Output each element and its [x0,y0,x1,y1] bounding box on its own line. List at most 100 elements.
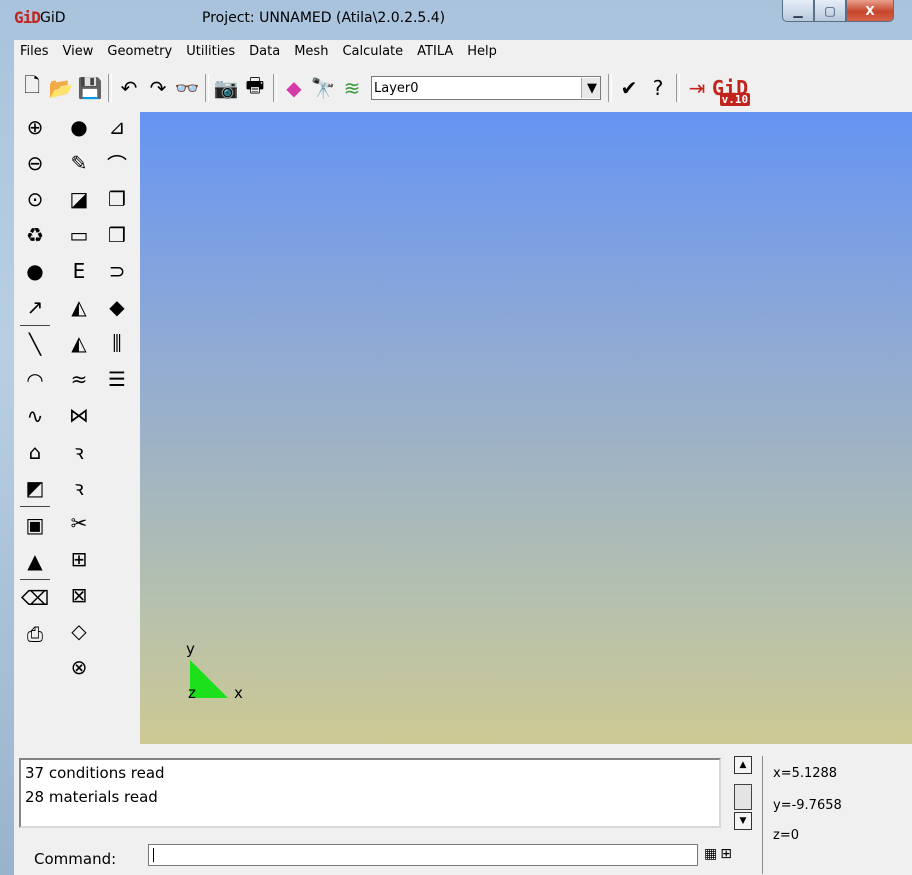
point-arrow-icon[interactable]: ↗ [20,292,50,322]
toolbar-separator [608,74,612,102]
menu-calculate[interactable]: Calculate [335,44,410,59]
message-log[interactable]: 37 conditions read 28 materials read [19,758,721,828]
exit-icon[interactable]: ⇥ [683,74,711,102]
toolbar-separator [273,74,277,102]
material-cube-icon[interactable]: ❒ [102,220,132,250]
window-controls: ▁ ▢ X [782,0,894,22]
eraser-icon[interactable]: ⌫ [20,583,50,613]
toolbar-separator [108,74,112,102]
list-entities-icon[interactable]: ⎙ [20,619,50,649]
material-magnet-icon[interactable]: ⊃ [102,256,132,286]
surface-patch-icon[interactable]: ◭ [64,292,94,322]
save-icon[interactable]: 💾 [76,74,104,102]
left-toolbar: ⊕ ⊖ ⊙ ♻ ● ↗ ╲ ◠ ∿ ⌂ ◩ ▣ ▲ ⌫ ⎙ ● ✎ ◪ ▭ E ◭ ◭ ≈ ⋈ ꝛ ꝛ ✂ ⊞ ⊠ ◇ ⊗ ⊿ ⌒ ❐ ❒ ⊃ ◆ ⫼… [14,112,140,752]
title-bar[interactable]: GiD GiD Project: UNNAMED (Atila\2.0.2.5.… [0,0,912,38]
help-icon[interactable]: ? [644,74,672,102]
open-folder-icon[interactable]: 📂 [47,74,75,102]
client-area: Files View Geometry Utilities Data Mesh … [14,40,912,875]
mesh-volume-icon[interactable]: ⊗ [64,652,94,682]
structured-mesh-icon[interactable]: ⊞ [64,544,94,574]
menu-utilities[interactable]: Utilities [179,44,242,59]
left-toolbar-column-1: ⊕ ⊖ ⊙ ♻ ● ↗ ╲ ◠ ∿ ⌂ ◩ ▣ ▲ ⌫ ⎙ [20,112,60,655]
check-icon[interactable]: ✔ [615,74,643,102]
eraser-small-icon[interactable]: ◪ [64,184,94,214]
mesh-tri-icon[interactable]: ◇ [64,616,94,646]
menu-view[interactable]: View [56,44,101,59]
print-icon[interactable]: 🖶 [241,73,269,102]
main-toolbar: 🗋 📂 💾 ↶ ↷ 👓 📷 🖶 ◆ 🔭 ≋ Layer0 ▼ ✔ ? ⇥ GiD… [14,64,912,112]
scroll-thumb[interactable] [734,784,752,810]
close-button[interactable]: X [846,0,894,22]
menu-geometry[interactable]: Geometry [100,44,179,59]
render-sphere-icon[interactable]: ● [20,256,50,286]
axis-triad: y z x [186,640,243,702]
menu-help[interactable]: Help [460,44,504,59]
coord-x: x=5.1288 [773,766,838,781]
divide-curve-2-icon[interactable]: ꝛ [64,472,94,502]
frequency-icon[interactable]: ⫼ [102,328,132,358]
view-glasses-icon[interactable]: 👓 [173,74,201,102]
material-curve-icon[interactable]: ⌒ [102,148,132,178]
minimize-button[interactable]: ▁ [782,0,814,22]
rainbow-render-icon[interactable]: ◆ [280,74,308,102]
redo-view-icon[interactable]: ↷ [144,74,172,102]
new-file-icon[interactable]: 🗋 [18,73,46,102]
zoom-frame-icon[interactable]: ⊙ [20,184,50,214]
edit-note-icon[interactable]: ✎ [64,148,94,178]
divide-curve-icon[interactable]: ꝛ [64,436,94,466]
chevron-down-icon[interactable]: ▼ [581,78,600,98]
layer-select[interactable]: Layer0 ▼ [371,76,601,100]
coord-z: z=0 [773,828,799,843]
menu-bar: Files View Geometry Utilities Data Mesh … [14,40,912,62]
gid-logo-icon: GiD [14,8,41,27]
gid-version-logo: GiD v.10 [712,76,751,106]
coordinates-panel: x=5.1288 y=-9.7658 z=0 [762,756,912,874]
menu-mesh[interactable]: Mesh [287,44,335,59]
redraw-recycle-icon[interactable]: ♻ [20,220,50,250]
scroll-down-icon[interactable]: ▼ [734,812,752,830]
cut-scissors-icon[interactable]: ✂ [64,508,94,538]
menu-atila[interactable]: ATILA [410,44,460,59]
mesh-quad-icon[interactable]: ⊠ [64,580,94,610]
intersect-icon[interactable]: ⋈ [64,400,94,430]
material-drop-icon[interactable]: ◆ [102,292,132,322]
surface-patch-2-icon[interactable]: ◭ [64,328,94,358]
camera-icon[interactable]: 📷 [212,74,240,102]
axis-label-x: x [234,684,243,702]
graphics-viewport[interactable]: y z x [140,112,912,744]
log-line: 37 conditions read [25,764,165,782]
solid-shapes-icon[interactable]: ▲ [20,546,50,576]
zoom-out-icon[interactable]: ⊖ [20,148,50,178]
window-frame: GiD GiD Project: UNNAMED (Atila\2.0.2.5.… [0,0,912,875]
condition-assign-icon[interactable]: ⊿ [102,112,132,142]
volume-box-icon[interactable]: ▣ [20,510,50,540]
undo-view-icon[interactable]: ↶ [115,74,143,102]
scroll-up-icon[interactable]: ▲ [734,756,752,774]
nurbs-curve-icon[interactable]: ∿ [20,401,50,431]
polyline-icon[interactable]: ⌂ [20,437,50,467]
window-title: Project: UNNAMED (Atila\2.0.2.5.4) [202,10,446,26]
grid-icon[interactable]: ⊞ [720,846,732,862]
toolbar-separator [20,325,50,326]
line-icon[interactable]: ╲ [20,329,50,359]
keyboard-icon[interactable]: ▦ [704,846,717,862]
toolbar-separator [20,506,50,507]
version-badge: v.10 [719,93,751,106]
point-icon[interactable]: ● [64,112,94,142]
probe-icon[interactable]: ☰ [102,364,132,394]
select-box-icon[interactable]: ▭ [64,220,94,250]
menu-files[interactable]: Files [14,44,56,59]
axis-label-y: y [186,640,195,658]
command-input[interactable] [148,844,698,866]
layers-icon[interactable]: ≋ [338,74,366,102]
arc-icon[interactable]: ◠ [20,365,50,395]
log-scrollbar[interactable]: ▲ ▼ [734,756,756,830]
label-e-icon[interactable]: E [64,256,94,286]
binoculars-icon[interactable]: 🔭 [309,74,337,102]
surface-icon[interactable]: ◩ [20,473,50,503]
sweep-surface-icon[interactable]: ≈ [64,364,94,394]
material-box-icon[interactable]: ❐ [102,184,132,214]
zoom-in-icon[interactable]: ⊕ [20,112,50,142]
menu-data[interactable]: Data [242,44,287,59]
maximize-button[interactable]: ▢ [814,0,846,22]
